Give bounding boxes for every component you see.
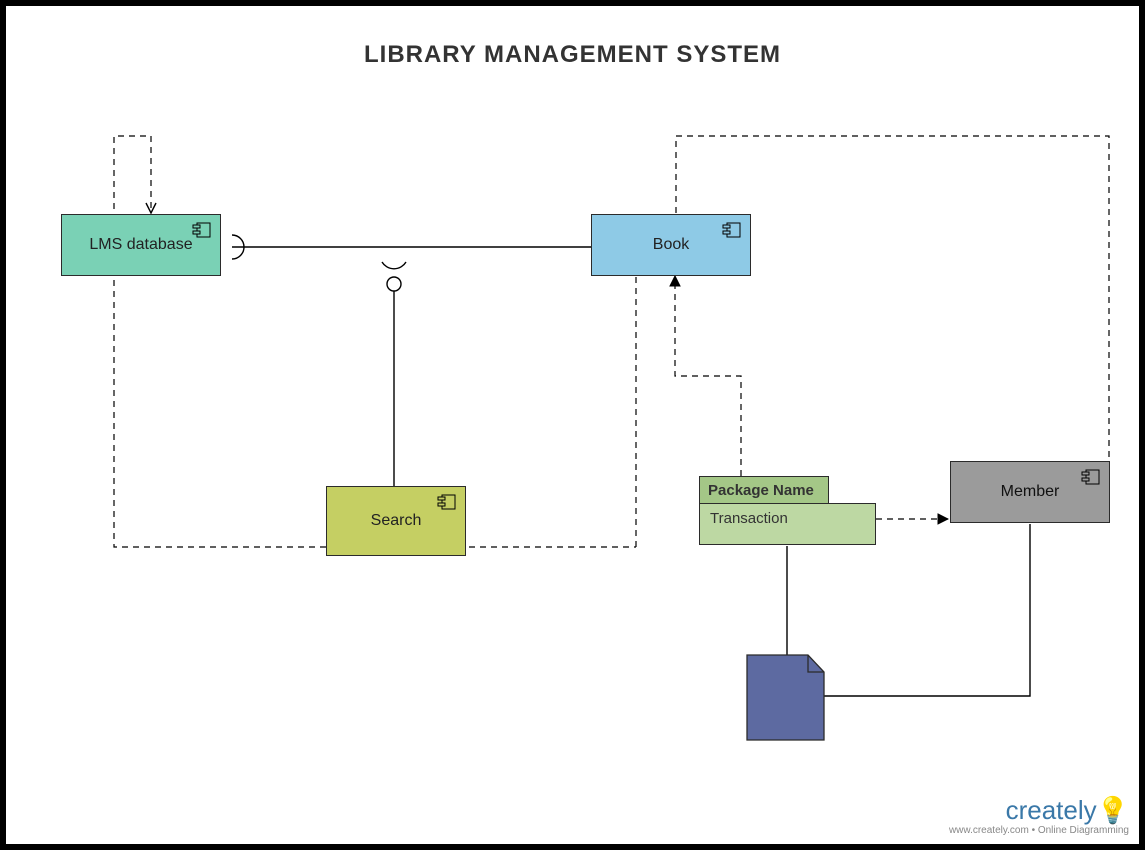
brand-footer: creately💡 www.creately.com • Online Diag… <box>949 797 1129 836</box>
connector-book-to-lms-top <box>676 136 1109 461</box>
interface-socket-lms <box>232 235 244 259</box>
component-icon <box>192 221 212 244</box>
component-label: Member <box>1001 483 1060 501</box>
component-icon <box>1081 468 1101 491</box>
package-body: Transaction <box>699 503 876 545</box>
component-book: Book <box>591 214 751 276</box>
component-lms-database: LMS database <box>61 214 221 276</box>
brand-logo: creately💡 <box>949 797 1129 823</box>
connector-package-to-book <box>675 276 741 476</box>
package-tab-label: Package Name <box>708 482 814 499</box>
interface-socket-search <box>382 262 406 269</box>
brand-name: creately <box>1006 795 1097 825</box>
note-shape <box>746 654 826 747</box>
diagram-frame: LIBRARY MANAGEMENT SYSTEM <box>0 0 1145 850</box>
component-search: Search <box>326 486 466 556</box>
component-label: LMS database <box>89 236 192 254</box>
connector-search-to-lms-dashed <box>114 136 326 547</box>
connector-member-to-note <box>824 524 1030 696</box>
component-icon <box>437 493 457 516</box>
package-body-label: Transaction <box>710 510 788 527</box>
component-icon <box>722 221 742 244</box>
connectors-layer <box>6 6 1139 844</box>
brand-tagline: www.creately.com • Online Diagramming <box>949 825 1129 836</box>
component-member: Member <box>950 461 1110 523</box>
interface-ball <box>387 277 401 291</box>
bulb-icon: 💡 <box>1097 795 1129 825</box>
component-label: Book <box>653 236 689 254</box>
component-label: Search <box>371 512 422 530</box>
diagram-title: LIBRARY MANAGEMENT SYSTEM <box>6 41 1139 69</box>
package-tab: Package Name <box>699 476 829 504</box>
